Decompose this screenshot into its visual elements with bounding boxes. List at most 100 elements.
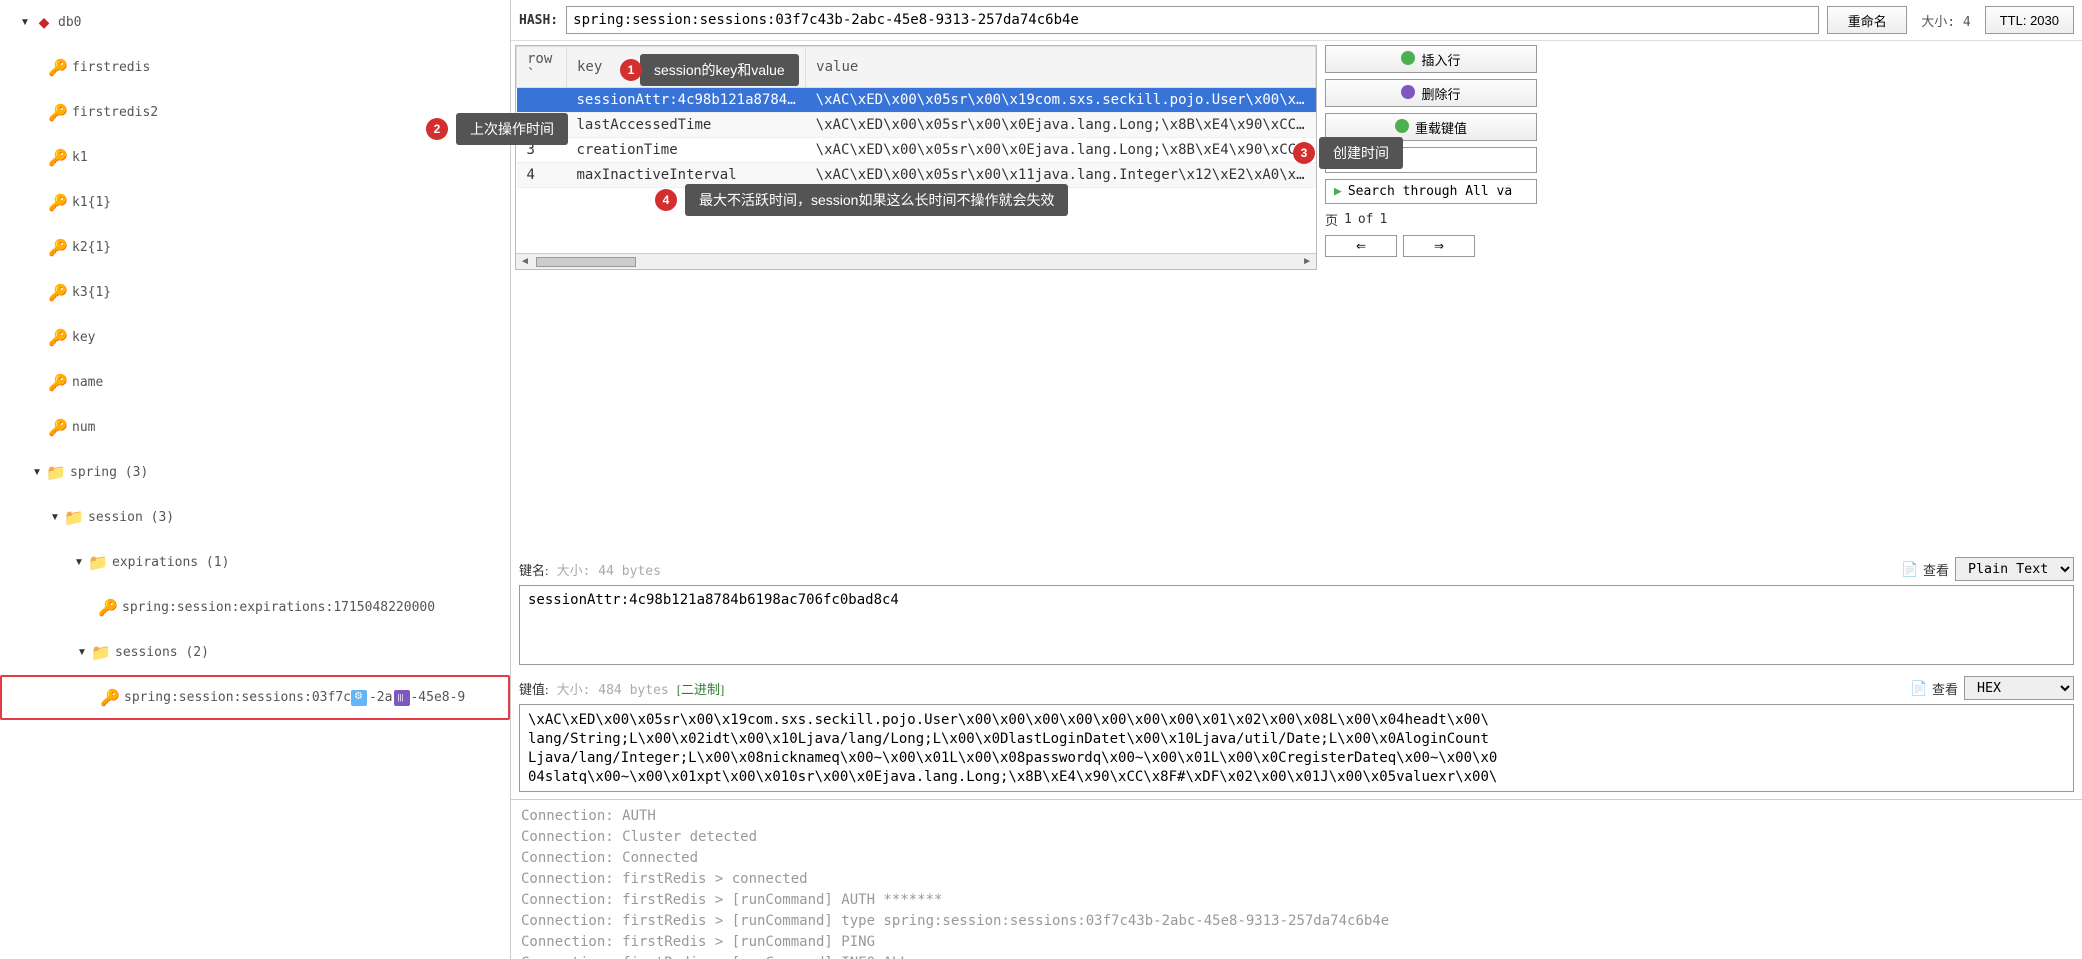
tree-key[interactable]: key [0,315,510,360]
tree-key[interactable]: name [0,360,510,405]
tree-folder-sessions[interactable]: sessions (2) [0,630,510,675]
col-header-value[interactable]: value [806,47,1316,88]
file-icon[interactable] [351,690,367,706]
log-line: Connection: firstRedis > [runCommand] AU… [521,890,2072,911]
caret-icon [75,646,89,660]
tree-key-selected[interactable]: spring:session:sessions:03f7c-2a-45e8-9 [0,675,510,720]
callout-text: 最大不活跃时间，session如果这么长时间不操作就会失效 [699,190,1054,210]
folder-icon [90,555,106,571]
log-line: Connection: Connected [521,848,2072,869]
folder-label: spring (3) [70,465,148,480]
tree-key[interactable]: num [0,405,510,450]
callout-text: session的key和value [654,60,785,80]
view-label: 查看 [1923,560,1949,579]
page-of: of [1358,212,1374,227]
caret-icon [72,556,86,570]
callout-4: 4最大不活跃时间，session如果这么长时间不操作就会失效 [685,184,1068,216]
ttl-button[interactable]: TTL: 2030 [1985,6,2074,34]
tree-folder-expirations[interactable]: expirations (1) [0,540,510,585]
db-icon [36,15,52,31]
callout-num: 4 [655,189,677,211]
type-label: HASH: [519,13,558,28]
table-row[interactable]: 2 lastAccessedTime \xAC\xED\x00\x05sr\x0… [517,113,1316,138]
sidebar: db0 firstredis firstredis2 k1 k1{1} k2{1… [0,0,510,959]
folder-label: session (3) [88,510,174,525]
col-header-row[interactable]: row ` [517,47,567,88]
tree-key[interactable]: k1{1} [0,180,510,225]
horizontal-scrollbar[interactable] [516,253,1316,269]
tree-folder-session[interactable]: session (3) [0,495,510,540]
callout-1: 1session的key和value [640,54,799,86]
key-icon [50,150,66,166]
next-page-button[interactable]: ⇒ [1403,235,1475,257]
cell-key: sessionAttr:4c98b121a8784… [567,88,806,113]
callout-num: 3 [1293,142,1315,164]
key-label: 键名: [519,560,549,579]
key-label: k3{1} [72,285,111,300]
db-label: db0 [58,15,81,30]
table-row[interactable]: sessionAttr:4c98b121a8784… \xAC\xED\x00\… [517,88,1316,113]
key-field-section: 键名: 大小: 44 bytes 查看 Plain Text sessionAt… [519,557,2074,668]
tree-db[interactable]: db0 [0,0,510,45]
log-area: Connection: AUTH Connection: Cluster det… [511,799,2082,959]
page-num: 1 [1344,212,1352,227]
folder-icon [48,465,64,481]
key-label: k2{1} [72,240,111,255]
cell-value: \xAC\xED\x00\x05sr\x00\x0Ejava.lang.Long… [806,113,1316,138]
value-size: 大小: 484 bytes [557,679,669,698]
callout-num: 2 [426,118,448,140]
log-line: Connection: firstRedis > [runCommand] IN… [521,953,2072,959]
key-label: firstredis2 [72,105,158,120]
delete-row-button[interactable]: 删除行 [1325,79,1537,107]
cell-value: \xAC\xED\x00\x05sr\x00\x19com.sxs.seckil… [806,88,1316,113]
key-label: name [72,375,103,390]
prev-page-button[interactable]: ⇐ [1325,235,1397,257]
key-label: k1{1} [72,195,111,210]
play-icon: ▶ [1334,184,1342,199]
key-icon [50,375,66,391]
view-icon [1901,561,1917,577]
key-icon [50,60,66,76]
tree-key[interactable]: k1 [0,135,510,180]
caret-icon [18,16,32,30]
tree-key-expiration[interactable]: spring:session:expirations:1715048220000 [0,585,510,630]
key-text-area[interactable]: sessionAttr:4c98b121a8784b6198ac706fc0ba… [519,585,2074,665]
value-format-select[interactable]: HEX [1964,676,2074,700]
key-icon [102,690,118,706]
search-all-button[interactable]: ▶Search through All va [1325,179,1537,204]
tree-key[interactable]: k3{1} [0,270,510,315]
insert-row-button[interactable]: 插入行 [1325,45,1537,73]
page-label: 页 [1325,210,1338,229]
tree-folder-spring[interactable]: spring (3) [0,450,510,495]
cell-value: \xAC\xED\x00\x05sr\x00\x0Ejava.lang.Long… [806,138,1316,163]
key-label: num [72,420,95,435]
key-icon [50,195,66,211]
cell-row: 4 [517,163,567,188]
trash-icon[interactable] [394,690,410,706]
top-bar: HASH: 重命名 大小: 4 TTL: 2030 [511,0,2082,41]
tree-key[interactable]: k2{1} [0,225,510,270]
key-label: firstredis [72,60,150,75]
folder-label: sessions (2) [115,645,209,660]
view-icon [1910,680,1926,696]
size-info: 大小: 4 [1915,11,1976,30]
key-label-part: -45e8-9 [410,690,465,705]
callout-num: 1 [620,59,642,81]
log-line: Connection: AUTH [521,806,2072,827]
key-icon [50,285,66,301]
callout-text: 创建时间 [1333,143,1389,163]
cell-key: creationTime [567,138,806,163]
value-label: 键值: [519,679,549,698]
action-panel: 插入行 删除行 重载键值 ▶Search through All va 页 1 … [1321,41,1541,553]
tree-key[interactable]: firstredis [0,45,510,90]
cell-key: lastAccessedTime [567,113,806,138]
key-format-select[interactable]: Plain Text [1955,557,2074,581]
callout-text: 上次操作时间 [470,119,554,139]
key-name-input[interactable] [566,6,1819,34]
rename-button[interactable]: 重命名 [1827,6,1907,34]
binary-label: [二进制] [677,679,725,698]
value-text-area[interactable]: \xAC\xED\x00\x05sr\x00\x19com.sxs.seckil… [519,704,2074,792]
table-row[interactable]: 3 creationTime \xAC\xED\x00\x05sr\x00\x0… [517,138,1316,163]
value-field-section: 键值: 大小: 484 bytes [二进制] 查看 HEX \xAC\xED\… [519,676,2074,795]
log-line: Connection: firstRedis > [runCommand] PI… [521,932,2072,953]
